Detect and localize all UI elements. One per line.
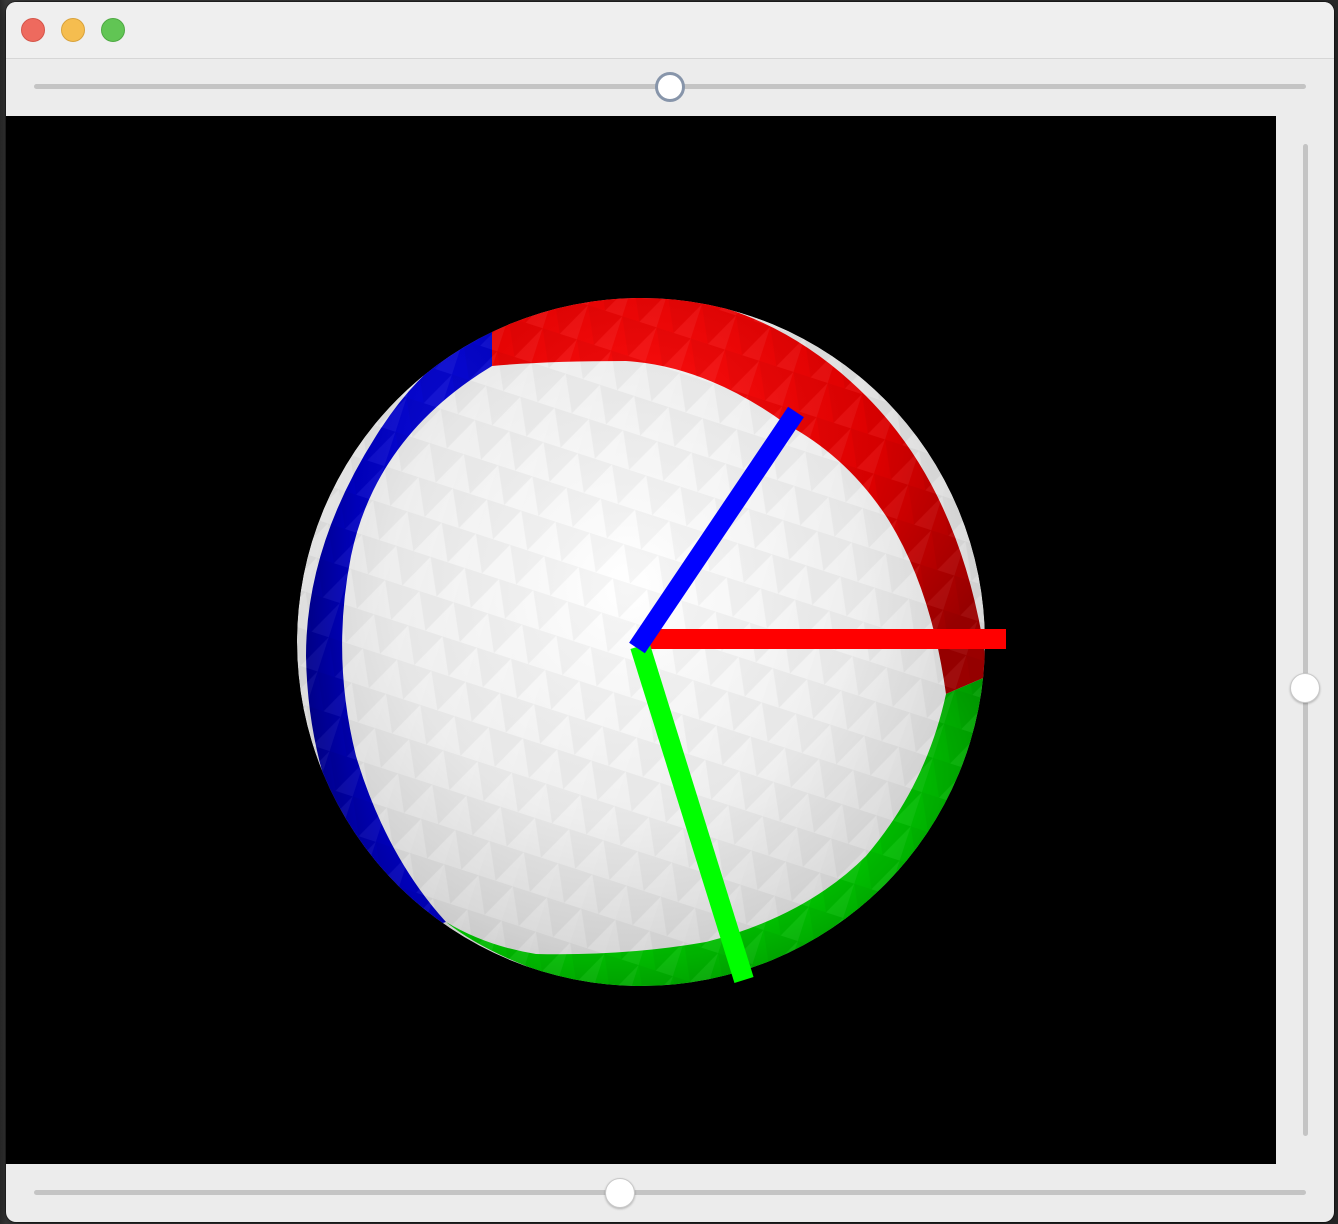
right-rotation-slider[interactable]	[1290, 144, 1320, 1136]
close-window-button[interactable]	[21, 18, 45, 42]
top-rotation-slider[interactable]	[34, 72, 1306, 102]
top-slider-knob[interactable]	[655, 72, 685, 102]
bottom-slider-knob[interactable]	[605, 1178, 635, 1208]
right-slider-track[interactable]	[1303, 144, 1308, 1136]
zoom-window-button[interactable]	[101, 18, 125, 42]
app-window	[6, 2, 1334, 1222]
title-bar[interactable]	[6, 2, 1334, 59]
minimize-window-button[interactable]	[61, 18, 85, 42]
bottom-rotation-slider[interactable]	[34, 1178, 1306, 1208]
sphere-scene	[297, 298, 1006, 986]
gl-viewport[interactable]	[6, 116, 1276, 1164]
right-slider-knob[interactable]	[1290, 673, 1320, 703]
bottom-slider-track[interactable]	[34, 1190, 1306, 1195]
